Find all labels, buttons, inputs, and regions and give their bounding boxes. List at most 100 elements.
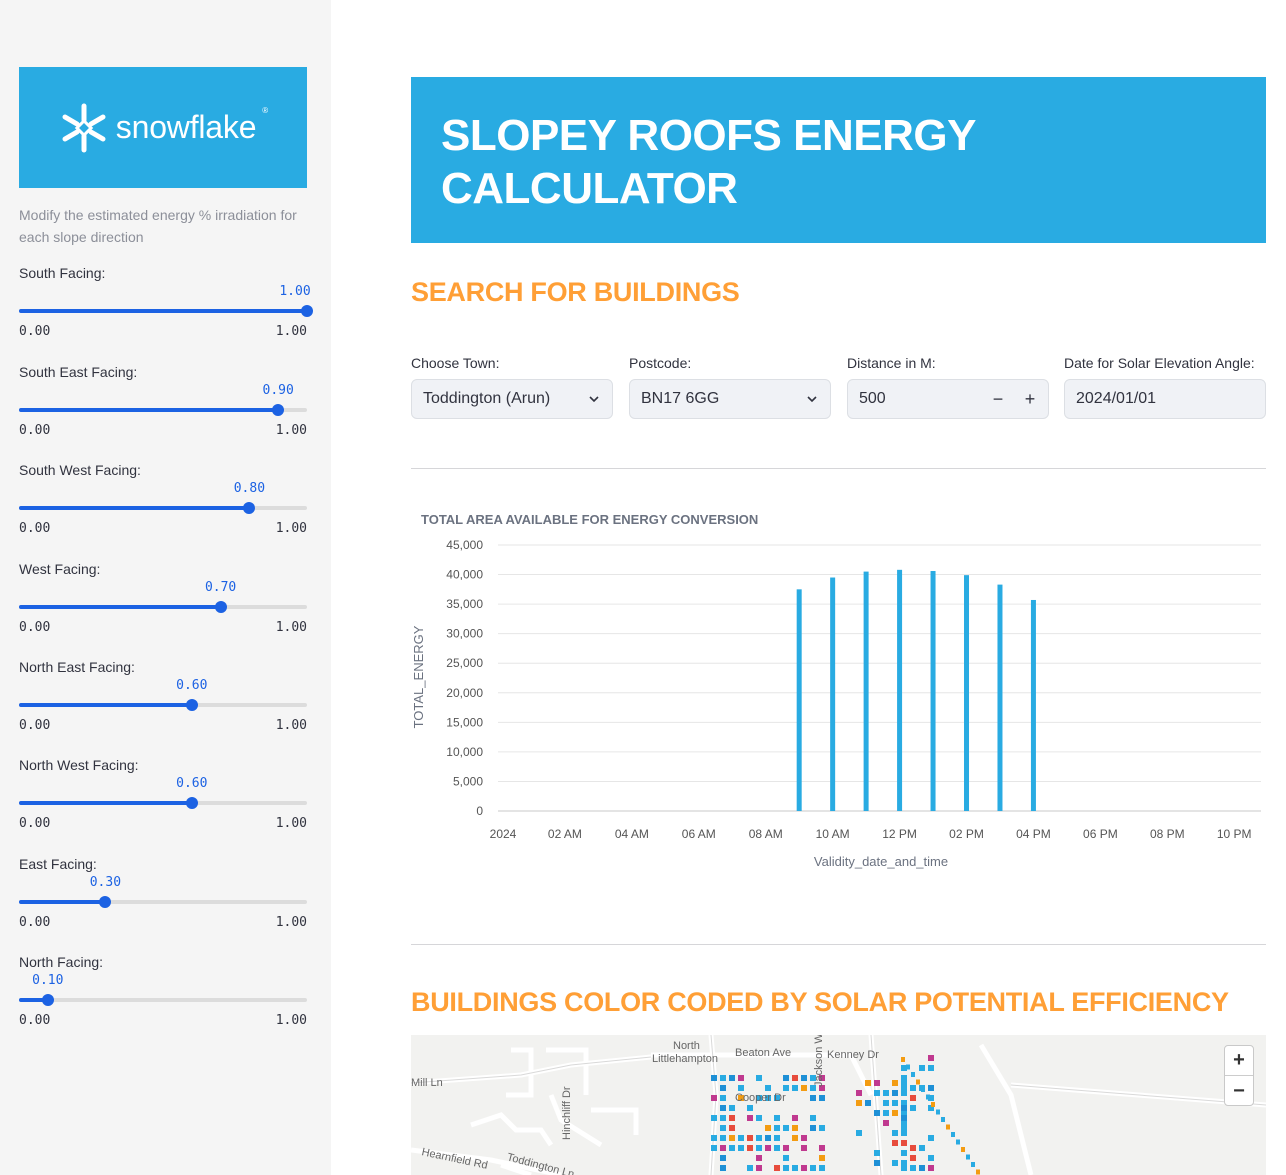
chart-bar: [796, 589, 802, 811]
map-building: [936, 1109, 940, 1115]
slider-track[interactable]: [19, 305, 313, 317]
slider-track[interactable]: [19, 994, 307, 1006]
slider-thumb[interactable]: [185, 699, 198, 711]
chart-bar: [964, 575, 970, 811]
map-building: [738, 1085, 744, 1091]
map-building: [756, 1115, 762, 1121]
map-building: [711, 1095, 717, 1101]
decrement-button[interactable]: −: [991, 389, 1005, 410]
map-building: [971, 1162, 975, 1167]
map-building: [910, 1145, 916, 1151]
map-building: [783, 1145, 789, 1151]
map-building: [966, 1154, 970, 1160]
distance-value: 500: [859, 390, 886, 407]
chart-x-tick-label: 08 PM: [1150, 827, 1185, 841]
chart-x-tick-label: 06 AM: [682, 827, 716, 841]
map-building: [921, 1087, 925, 1092]
chevron-down-icon: [589, 396, 599, 403]
chevron-down-icon: [807, 396, 817, 403]
map-building: [892, 1160, 898, 1166]
town-field: Choose Town: Toddington (Arun): [411, 355, 613, 419]
slider-thumb[interactable]: [214, 601, 227, 613]
slider-thumb[interactable]: [41, 994, 54, 1006]
slider-min: 0.00: [19, 521, 51, 536]
buildings-map[interactable]: North Littlehampton Beaton Ave Kenney Dr…: [411, 1035, 1266, 1175]
slider-min: 0.00: [19, 816, 51, 831]
town-value: Toddington (Arun): [423, 390, 551, 407]
map-building: [946, 1124, 950, 1130]
map-building: [720, 1095, 726, 1101]
chart-x-tick-label: 02 PM: [949, 827, 984, 841]
slider-current-value: 0.60: [176, 678, 208, 693]
zoom-out-button[interactable]: −: [1225, 1076, 1253, 1106]
slider-thumb[interactable]: [99, 896, 112, 908]
slider-thumb[interactable]: [243, 502, 256, 514]
slider-track[interactable]: [19, 797, 307, 809]
chart-y-tick-label: 45,000: [446, 538, 483, 552]
slider-label: North Facing:: [19, 954, 104, 970]
map-building: [720, 1125, 726, 1131]
zoom-in-button[interactable]: +: [1225, 1046, 1253, 1076]
slider-label: South East Facing:: [19, 364, 138, 380]
logo-wordmark: snowflake: [115, 109, 257, 145]
map-building: [892, 1140, 898, 1146]
snowflake-icon: [62, 103, 106, 152]
slider-track[interactable]: [19, 502, 307, 514]
map-building: [783, 1155, 789, 1161]
map-building: [919, 1165, 925, 1171]
map-building: [720, 1105, 726, 1111]
map-building: [928, 1055, 934, 1061]
map-label-hinchliff-dr: Hinchliff Dr: [561, 1086, 573, 1140]
map-building: [720, 1155, 726, 1161]
slider-thumb[interactable]: [185, 797, 198, 809]
increment-button[interactable]: +: [1023, 389, 1037, 410]
chart-y-tick-label: 5,000: [453, 774, 483, 788]
map-building: [711, 1115, 717, 1121]
date-label: Date for Solar Elevation Angle:: [1064, 355, 1255, 371]
slider-fill: [19, 605, 221, 609]
postcode-select[interactable]: BN17 6GG: [629, 379, 831, 419]
slider-track[interactable]: [19, 896, 307, 908]
map-building: [883, 1120, 889, 1126]
map-label-jackson: Jackson W: [813, 1035, 825, 1087]
slider-track[interactable]: [19, 699, 307, 711]
map-building: [919, 1145, 925, 1151]
map-building: [774, 1125, 780, 1131]
map-building: [783, 1125, 789, 1131]
chart-x-tick-label: 06 PM: [1083, 827, 1118, 841]
chart-title: TOTAL AREA AVAILABLE FOR ENERGY CONVERSI…: [421, 512, 758, 527]
map-building: [774, 1135, 780, 1141]
map-building: [783, 1085, 789, 1091]
map-building: [729, 1115, 735, 1121]
map-building: [865, 1100, 871, 1106]
map-building: [792, 1085, 798, 1091]
slider-north-facing: North Facing: 0.10 0.00 1.00: [19, 954, 307, 1034]
map-building: [883, 1110, 889, 1116]
map-zoom-control: + −: [1224, 1045, 1254, 1106]
slider-thumb[interactable]: [301, 305, 313, 317]
map-building: [747, 1105, 753, 1111]
town-select[interactable]: Toddington (Arun): [411, 379, 613, 419]
date-input[interactable]: 2024/01/01: [1064, 379, 1266, 419]
map-building: [901, 1125, 907, 1131]
map-building: [910, 1105, 916, 1111]
map-building: [910, 1085, 916, 1091]
slider-west-facing: West Facing: 0.70 0.00 1.00: [19, 561, 307, 641]
slider-track[interactable]: [19, 601, 307, 613]
logo-registered-mark: ®: [262, 105, 269, 115]
map-building: [729, 1105, 735, 1111]
slider-thumb[interactable]: [272, 404, 285, 416]
chart-y-tick-label: 0: [476, 804, 483, 818]
slider-current-value: 0.70: [204, 580, 237, 595]
slider-track[interactable]: [19, 404, 307, 416]
chart-y-tick-label: 20,000: [446, 686, 483, 700]
divider: [411, 468, 1266, 469]
map-building: [810, 1095, 816, 1101]
chart-x-tick-label: 04 AM: [615, 827, 649, 841]
map-building: [819, 1155, 825, 1161]
map-building: [928, 1155, 934, 1161]
map-building: [738, 1135, 744, 1141]
distance-input[interactable]: 500 − +: [847, 379, 1049, 419]
postcode-field: Postcode: BN17 6GG: [629, 355, 831, 419]
map-building: [792, 1115, 798, 1121]
